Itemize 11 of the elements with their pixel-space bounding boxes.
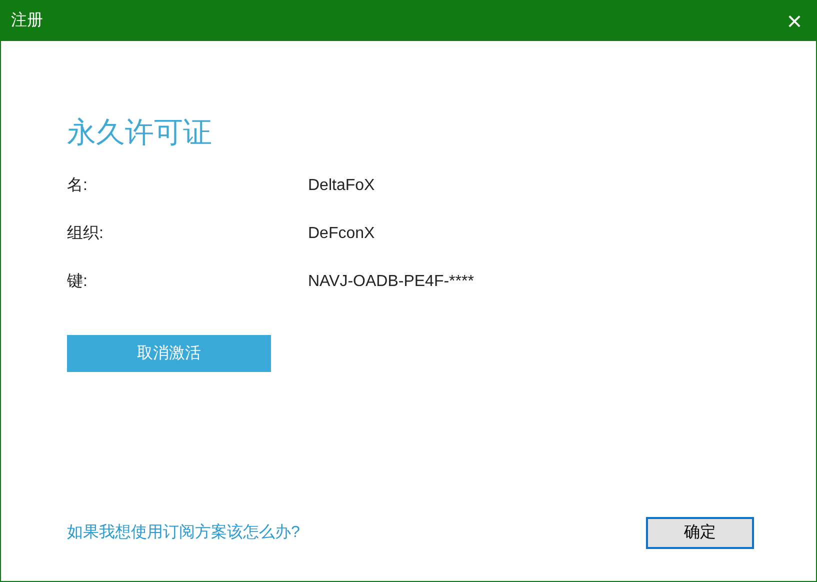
subscription-link[interactable]: 如果我想使用订阅方案该怎么办? bbox=[67, 521, 300, 545]
field-value: DeFconX bbox=[308, 224, 375, 244]
field-label: 键: bbox=[67, 272, 88, 292]
field-label: 名: bbox=[67, 176, 88, 196]
field-value: DeltaFoX bbox=[308, 176, 375, 196]
window-title: 注册 bbox=[11, 10, 43, 31]
field-value: NAVJ-OADB-PE4F-**** bbox=[308, 272, 474, 292]
close-button[interactable]: × bbox=[786, 8, 802, 34]
field-label: 组织: bbox=[67, 224, 104, 244]
ok-button[interactable]: 确定 bbox=[646, 517, 754, 549]
license-heading: 永久许可证 bbox=[67, 116, 213, 151]
